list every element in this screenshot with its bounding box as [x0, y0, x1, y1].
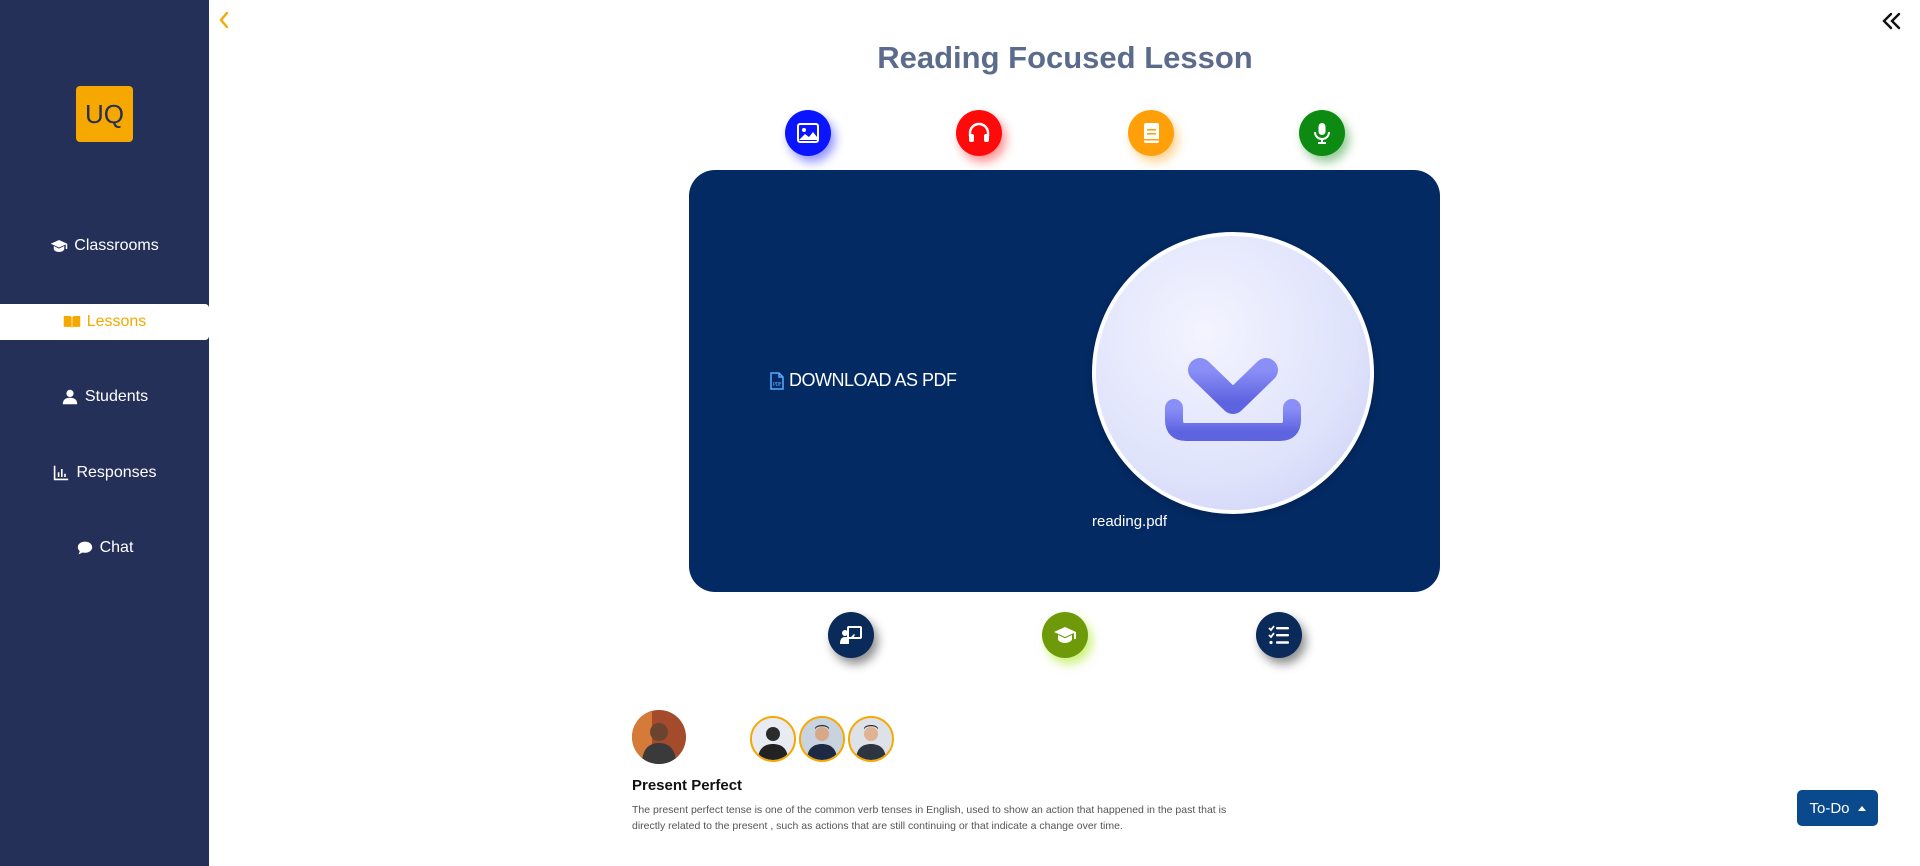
- headphones-icon: [968, 122, 990, 142]
- sidebar-item-responses[interactable]: Responses: [0, 455, 209, 491]
- teacher-presentation-button[interactable]: [828, 612, 874, 658]
- graduation-button[interactable]: [1042, 612, 1088, 658]
- lesson-title: Present Perfect: [632, 777, 743, 794]
- student-avatar[interactable]: [799, 716, 845, 762]
- app-root: UQ Classrooms Lessons Students Responses…: [0, 0, 1920, 866]
- author-avatar[interactable]: [632, 710, 686, 764]
- tasks-button[interactable]: [1256, 612, 1302, 658]
- sidebar-item-label: Chat: [99, 539, 134, 556]
- book-open-icon: [63, 316, 80, 328]
- sidebar-item-label: Lessons: [86, 313, 147, 330]
- app-logo[interactable]: UQ: [76, 86, 133, 142]
- download-icon: [1165, 297, 1301, 441]
- back-chevron-icon[interactable]: [217, 10, 231, 30]
- double-chevron-left-icon[interactable]: [1880, 10, 1904, 32]
- listening-activity-button[interactable]: [956, 110, 1002, 156]
- download-file-button[interactable]: [1092, 232, 1374, 514]
- caret-up-icon: [1857, 805, 1866, 811]
- chart-bar-icon: [54, 465, 69, 481]
- todo-button[interactable]: To-Do: [1797, 790, 1878, 826]
- image-activity-button[interactable]: [785, 110, 831, 156]
- file-name: reading.pdf: [1092, 513, 1168, 530]
- todo-label: To-Do: [1809, 799, 1850, 817]
- task-list-icon: [1268, 625, 1289, 645]
- microphone-icon: [1314, 123, 1330, 144]
- student-avatar[interactable]: [848, 716, 894, 762]
- sidebar-item-label: Classrooms: [74, 237, 159, 254]
- sidebar-item-lessons[interactable]: Lessons: [0, 304, 209, 340]
- sidebar: UQ Classrooms Lessons Students Responses…: [0, 0, 209, 866]
- teacher-board-icon: [840, 626, 862, 644]
- image-icon: [797, 123, 819, 143]
- comment-icon: [77, 541, 92, 555]
- graduation-cap-icon: [51, 240, 68, 252]
- file-pdf-icon: PDF: [770, 371, 784, 390]
- graduation-cap-icon: [1054, 627, 1076, 643]
- svg-text:PDF: PDF: [773, 382, 782, 388]
- student-avatar[interactable]: [750, 716, 796, 762]
- lesson-content-card: PDF DOWNLOAD AS PDF reading.pdf: [689, 170, 1440, 592]
- page-title: Reading Focused Lesson: [877, 40, 1253, 75]
- sidebar-item-students[interactable]: Students: [0, 379, 209, 415]
- download-pdf-link[interactable]: PDF DOWNLOAD AS PDF: [769, 370, 957, 391]
- download-label: DOWNLOAD AS PDF: [789, 370, 957, 390]
- speaking-activity-button[interactable]: [1299, 110, 1345, 156]
- user-icon: [62, 389, 78, 405]
- sidebar-item-label: Responses: [76, 464, 157, 481]
- book-icon: [1144, 123, 1159, 143]
- sidebar-item-chat[interactable]: Chat: [0, 530, 209, 566]
- sidebar-item-classrooms[interactable]: Classrooms: [0, 228, 209, 264]
- reading-activity-button[interactable]: [1128, 110, 1174, 156]
- lesson-description: The present perfect tense is one of the …: [632, 804, 1227, 832]
- sidebar-item-label: Students: [84, 388, 149, 405]
